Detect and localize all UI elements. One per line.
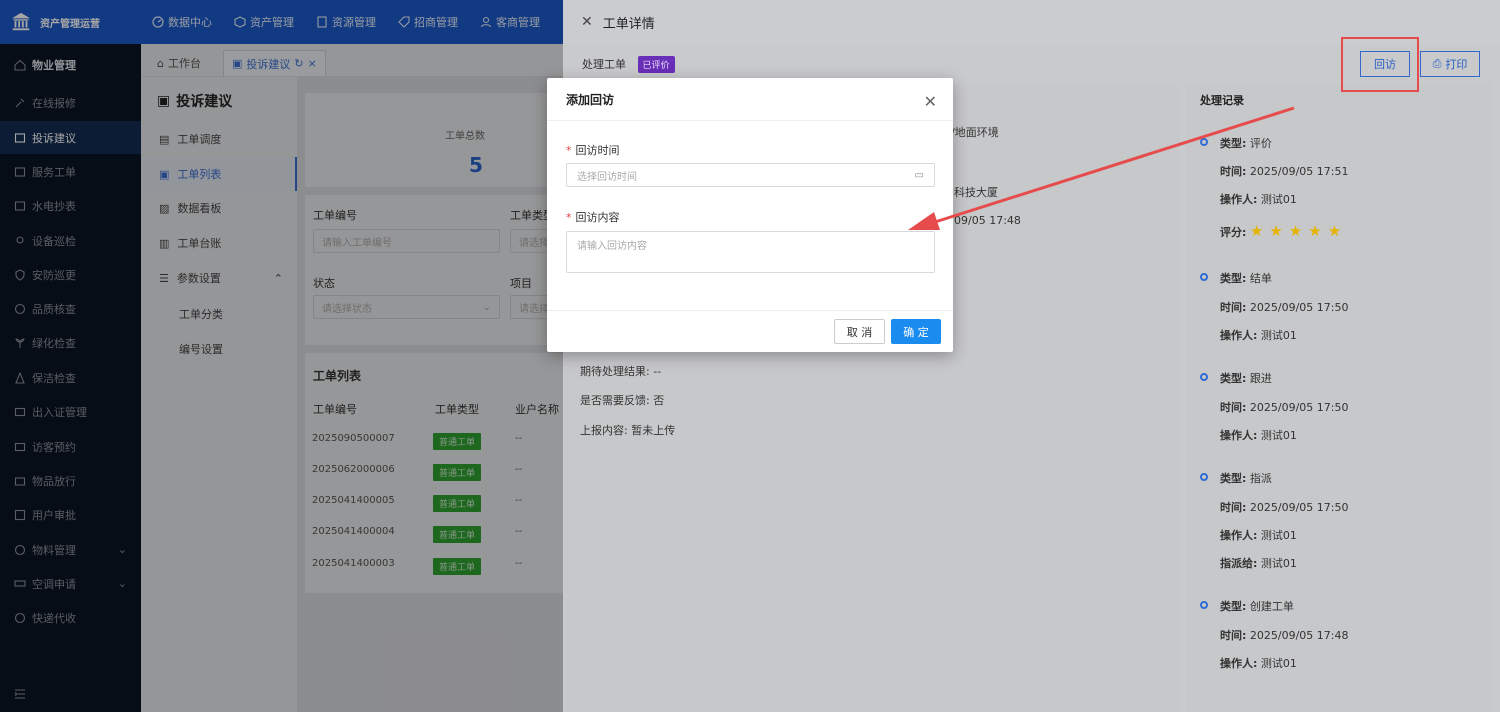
required-mark: * — [566, 144, 572, 157]
detail-time-partial: 09/05 17:48 — [954, 214, 1021, 227]
star-icon: ★ — [1327, 222, 1342, 240]
timeline-dot — [1200, 273, 1208, 281]
revisit-time-label: * 回访时间 — [566, 144, 620, 157]
record-time: 时间: 2025/09/05 17:48 — [1220, 629, 1349, 642]
rating-stars: ★ ★ ★ ★ ★ — [1250, 222, 1347, 240]
section-header: 处理工单 已评价 — [582, 56, 675, 73]
record-rating: 评分: ★ ★ ★ ★ ★ — [1220, 222, 1347, 240]
revisit-content-label: * 回访内容 — [566, 211, 620, 224]
record-time: 时间: 2025/09/05 17:50 — [1220, 501, 1349, 514]
annotation-highlight — [1341, 37, 1419, 92]
required-mark: * — [566, 211, 572, 224]
star-icon: ★ — [1269, 222, 1283, 240]
record-operator: 操作人: 测试01 — [1220, 329, 1297, 342]
printer-icon: ⎙ — [1432, 57, 1442, 70]
drawer-title: 工单详情 — [602, 16, 655, 32]
record-operator: 操作人: 测试01 — [1220, 193, 1297, 206]
status-badge: 已评价 — [637, 56, 675, 73]
record-operator: 操作人: 测试01 — [1220, 429, 1297, 442]
revisit-content-textarea[interactable]: 请输入回访内容 — [566, 231, 935, 273]
cancel-button[interactable]: 取 消 — [834, 319, 885, 344]
timeline-dot — [1200, 373, 1208, 381]
star-icon: ★ — [1288, 222, 1303, 240]
record-assignee: 指派给: 测试01 — [1220, 557, 1297, 570]
close-icon[interactable]: ✕ — [924, 92, 937, 111]
star-icon: ★ — [1308, 222, 1322, 240]
modal-header: 添加回访 — [547, 78, 953, 121]
record-time: 时间: 2025/09/05 17:50 — [1220, 301, 1349, 314]
detail-need-feedback: 是否需要反馈: 否 — [580, 394, 665, 407]
print-button[interactable]: ⎙ 打印 — [1420, 51, 1480, 77]
detail-expected-result: 期待处理结果: -- — [580, 365, 662, 378]
timeline-dot — [1200, 601, 1208, 609]
records-title: 处理记录 — [1200, 94, 1244, 107]
detail-building-partial: 科技大厦 — [954, 186, 998, 199]
confirm-button[interactable]: 确 定 — [891, 319, 941, 344]
timeline-dot — [1200, 138, 1208, 146]
modal-title: 添加回访 — [566, 92, 615, 107]
star-icon: ★ — [1249, 222, 1264, 240]
modal-footer-divider — [547, 310, 953, 311]
record-time: 时间: 2025/09/05 17:50 — [1220, 401, 1349, 414]
record-operator: 操作人: 测试01 — [1220, 657, 1297, 670]
record-type: 类型: 创建工单 — [1220, 600, 1294, 613]
section-label: 处理工单 — [582, 58, 626, 71]
records-panel: 处理记录 类型: 评价 时间: 2025/09/05 17:51 操作人: 测试… — [1186, 84, 1492, 712]
record-time: 时间: 2025/09/05 17:51 — [1220, 165, 1349, 178]
record-type: 类型: 评价 — [1220, 137, 1272, 150]
revisit-modal: 添加回访 ✕ * 回访时间 选择回访时间 ▭ * 回访内容 请输入回访内容 取 消 确… — [547, 78, 953, 352]
record-type: 类型: 跟进 — [1220, 372, 1272, 385]
record-type: 类型: 指派 — [1220, 472, 1272, 485]
timeline-dot — [1200, 473, 1208, 481]
record-type: 类型: 结单 — [1220, 272, 1272, 285]
record-operator: 操作人: 测试01 — [1220, 529, 1297, 542]
revisit-time-input[interactable]: 选择回访时间 ▭ — [566, 163, 935, 187]
page-overlay — [0, 0, 563, 712]
detail-report-content: 上报内容: 暂未上传 — [580, 424, 676, 437]
calendar-icon: ▭ — [914, 169, 924, 181]
close-icon[interactable]: ✕ — [581, 14, 593, 30]
